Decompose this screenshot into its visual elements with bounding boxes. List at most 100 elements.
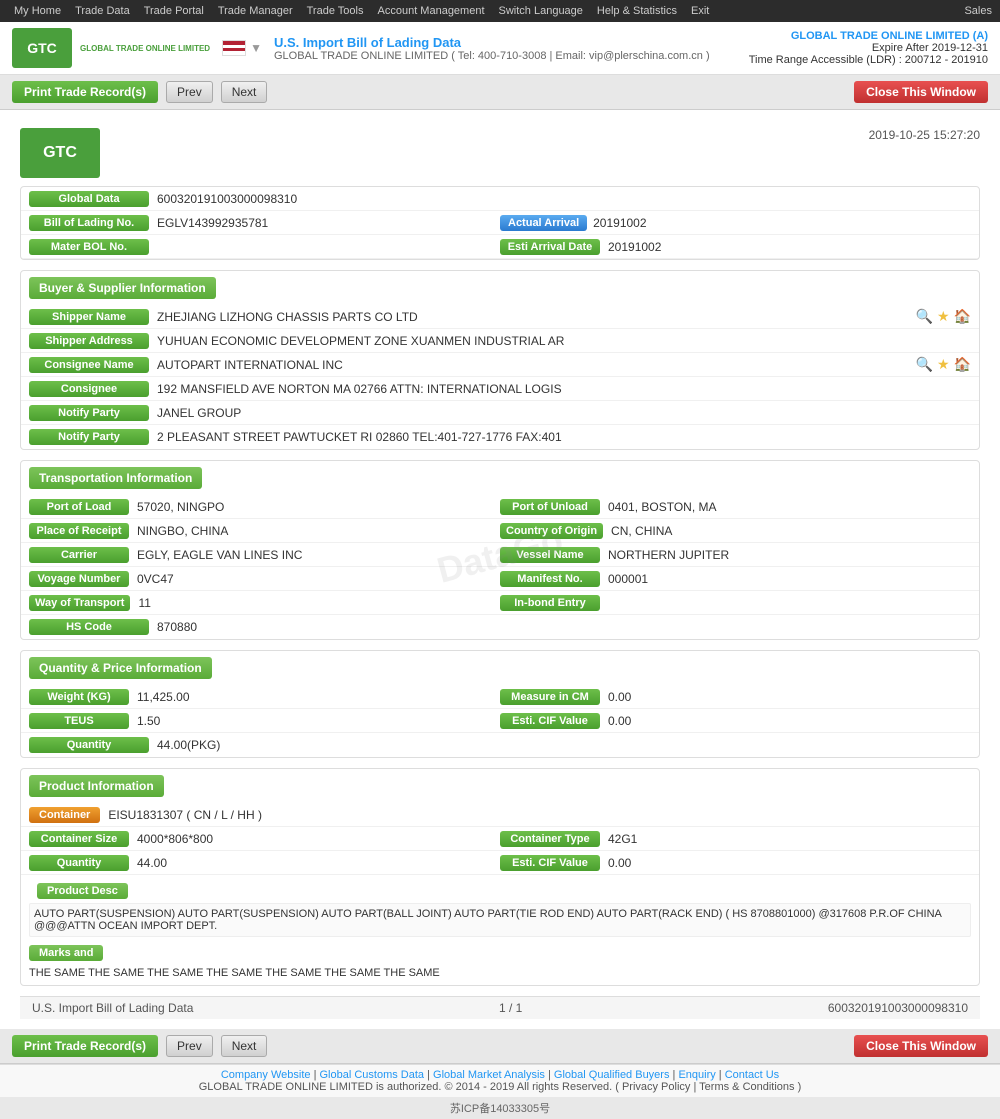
- doc-header: GTC 2019-10-25 15:27:20: [20, 120, 980, 186]
- shipper-address-row: Shipper Address YUHUAN ECONOMIC DEVELOPM…: [21, 329, 979, 353]
- shipper-name-row: Shipper Name ZHEJIANG LIZHONG CHASSIS PA…: [21, 305, 979, 329]
- consignee-name-icons: 🔍 ★ 🏠: [916, 356, 971, 373]
- contact-info: GLOBAL TRADE ONLINE LIMITED ( Tel: 400-7…: [274, 50, 749, 62]
- way-transport-value: 11: [138, 596, 150, 610]
- consignee-star-icon[interactable]: ★: [937, 356, 950, 373]
- nav-tradeportal[interactable]: Trade Portal: [138, 3, 210, 19]
- hs-code-value: 870880: [157, 620, 971, 634]
- weight-label: Weight (KG): [29, 689, 129, 705]
- company-name: GLOBAL TRADE ONLINE LIMITED (A): [749, 30, 988, 42]
- consignee-search-icon[interactable]: 🔍: [916, 356, 933, 373]
- nav-tradetools[interactable]: Trade Tools: [301, 3, 370, 19]
- flag-area: ▼: [222, 40, 262, 56]
- nav-sales: Sales: [964, 5, 992, 17]
- container-row: Container EISU1831307 ( CN / L / HH ): [21, 803, 979, 827]
- vessel-col: Vessel Name NORTHERN JUPITER: [500, 547, 971, 563]
- nav-language[interactable]: Switch Language: [493, 3, 589, 19]
- global-buyers-link[interactable]: Global Qualified Buyers: [554, 1069, 670, 1081]
- buyer-supplier-header: Buyer & Supplier Information: [29, 277, 216, 299]
- bol-value: EGLV143992935781: [157, 216, 500, 230]
- consignee-name-value: AUTOPART INTERNATIONAL INC: [157, 358, 916, 372]
- weight-value: 11,425.00: [137, 690, 190, 704]
- shipper-home-icon[interactable]: 🏠: [954, 308, 971, 325]
- global-market-link[interactable]: Global Market Analysis: [433, 1069, 545, 1081]
- buyer-supplier-section: Buyer & Supplier Information Shipper Nam…: [20, 270, 980, 450]
- next-button-bottom[interactable]: Next: [221, 1035, 268, 1057]
- logo-area: GTC GLOBAL TRADE ONLINE LIMITED: [12, 28, 210, 68]
- quantity-label: Quantity: [29, 737, 149, 753]
- print-button-bottom[interactable]: Print Trade Record(s): [12, 1035, 158, 1057]
- hs-code-label: HS Code: [29, 619, 149, 635]
- actual-arrival-col: Actual Arrival 20191002: [500, 215, 971, 231]
- marks-text: THE SAME THE SAME THE SAME THE SAME THE …: [21, 965, 979, 985]
- hs-code-row: HS Code 870880: [21, 615, 979, 639]
- actual-arrival-badge: Actual Arrival: [500, 215, 587, 231]
- shipper-star-icon[interactable]: ★: [937, 308, 950, 325]
- place-country-row: Place of Receipt NINGBO, CHINA Country o…: [21, 519, 979, 543]
- voyage-value: 0VC47: [137, 572, 174, 586]
- consignee-row: Consignee 192 MANSFIELD AVE NORTON MA 02…: [21, 377, 979, 401]
- port-unload-value: 0401, BOSTON, MA: [608, 500, 717, 514]
- master-bol-col: Mater BOL No.: [29, 239, 500, 255]
- doc-timestamp: 2019-10-25 15:27:20: [869, 128, 980, 142]
- product-qty-value: 44.00: [137, 856, 167, 870]
- place-receipt-label: Place of Receipt: [29, 523, 129, 539]
- master-bol-row: Mater BOL No. Esti Arrival Date 20191002: [21, 235, 979, 259]
- product-qty-cif-row: Quantity 44.00 Esti. CIF Value 0.00: [21, 851, 979, 875]
- global-customs-link[interactable]: Global Customs Data: [320, 1069, 425, 1081]
- print-button-top[interactable]: Print Trade Record(s): [12, 81, 158, 103]
- quantity-value: 44.00(PKG): [157, 738, 971, 752]
- product-qty-label: Quantity: [29, 855, 129, 871]
- container-type-col: Container Type 42G1: [500, 831, 971, 847]
- nav-help[interactable]: Help & Statistics: [591, 3, 683, 19]
- shipper-search-icon[interactable]: 🔍: [916, 308, 933, 325]
- nav-accountmgmt[interactable]: Account Management: [372, 3, 491, 19]
- voyage-col: Voyage Number 0VC47: [29, 571, 500, 587]
- logo: GTC: [12, 28, 72, 68]
- next-button-top[interactable]: Next: [221, 81, 268, 103]
- us-flag-icon: [222, 40, 246, 56]
- prev-button-top[interactable]: Prev: [166, 81, 213, 103]
- measure-value: 0.00: [608, 690, 631, 704]
- esti-cif-label: Esti. CIF Value: [500, 713, 600, 729]
- product-desc-header: Product Desc: [37, 883, 128, 899]
- enquiry-link[interactable]: Enquiry: [678, 1069, 715, 1081]
- port-load-label: Port of Load: [29, 499, 129, 515]
- doc-logo-text: GTC: [43, 144, 77, 162]
- header-right-info: GLOBAL TRADE ONLINE LIMITED (A) Expire A…: [749, 30, 988, 66]
- carrier-label: Carrier: [29, 547, 129, 563]
- inbond-label: In-bond Entry: [500, 595, 600, 611]
- prev-button-bottom[interactable]: Prev: [166, 1035, 213, 1057]
- consignee-value: 192 MANSFIELD AVE NORTON MA 02766 ATTN: …: [157, 382, 971, 396]
- nav-myhome[interactable]: My Home: [8, 3, 67, 19]
- way-transport-col: Way of Transport 11: [29, 595, 500, 611]
- contact-us-link[interactable]: Contact Us: [725, 1069, 779, 1081]
- close-button-top[interactable]: Close This Window: [854, 81, 988, 103]
- bottom-footer: Company Website | Global Customs Data | …: [0, 1064, 1000, 1097]
- transport-section: Transportation Information Port of Load …: [20, 460, 980, 640]
- quantity-section: Quantity & Price Information Weight (KG)…: [20, 650, 980, 758]
- notify-party-label2: Notify Party: [29, 429, 149, 445]
- port-load-col: Port of Load 57020, NINGPO: [29, 499, 500, 515]
- inbond-col: In-bond Entry: [500, 595, 971, 611]
- manifest-label: Manifest No.: [500, 571, 600, 587]
- doc-logo-box: GTC: [20, 128, 100, 178]
- close-button-bottom[interactable]: Close This Window: [854, 1035, 988, 1057]
- product-header: Product Information: [29, 775, 164, 797]
- marks-section: Marks and THE SAME THE SAME THE SAME THE…: [21, 941, 979, 985]
- consignee-home-icon[interactable]: 🏠: [954, 356, 971, 373]
- container-value: EISU1831307 ( CN / L / HH ): [108, 808, 971, 822]
- vessel-value: NORTHERN JUPITER: [608, 548, 729, 562]
- page-header: GTC GLOBAL TRADE ONLINE LIMITED ▼ U.S. I…: [0, 22, 1000, 75]
- header-title-area: U.S. Import Bill of Lading Data GLOBAL T…: [274, 35, 749, 62]
- company-website-link[interactable]: Company Website: [221, 1069, 311, 1081]
- vessel-label: Vessel Name: [500, 547, 600, 563]
- weight-col: Weight (KG) 11,425.00: [29, 689, 500, 705]
- notify-party-row2: Notify Party 2 PLEASANT STREET PAWTUCKET…: [21, 425, 979, 449]
- nav-trademanager[interactable]: Trade Manager: [212, 3, 299, 19]
- place-receipt-value: NINGBO, CHINA: [137, 524, 228, 538]
- nav-exit[interactable]: Exit: [685, 3, 715, 19]
- carrier-value: EGLY, EAGLE VAN LINES INC: [137, 548, 302, 562]
- nav-tradedata[interactable]: Trade Data: [69, 3, 136, 19]
- product-qty-col: Quantity 44.00: [29, 855, 500, 871]
